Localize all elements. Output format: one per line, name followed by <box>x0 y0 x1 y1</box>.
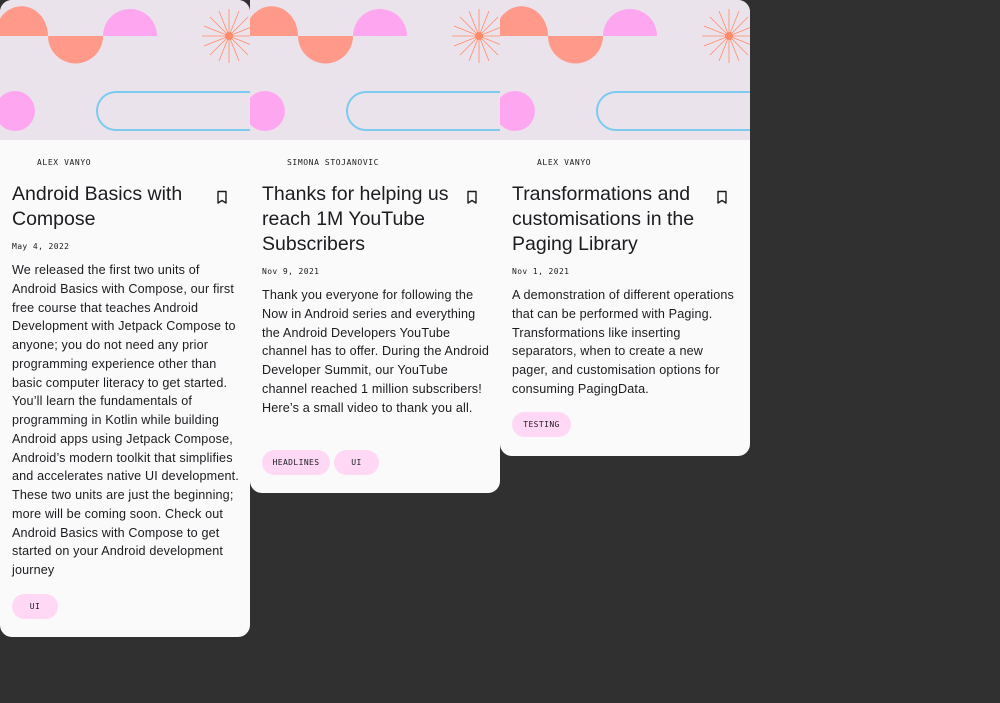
card-title: Android Basics with Compose <box>12 183 183 230</box>
topic-chips: UI <box>12 594 58 619</box>
author-name: ALEX VANYO <box>37 158 92 167</box>
card-title: Thanks for helping us reach 1M YouTube S… <box>262 183 449 255</box>
author-name: ALEX VANYO <box>537 158 592 167</box>
card-title: Transformations and customisations in th… <box>512 183 695 255</box>
topic-chips: TESTING <box>512 412 571 437</box>
news-card[interactable]: ALEX VANYO Transformations and customisa… <box>500 0 750 456</box>
card-body: Thank you everyone for following the Now… <box>262 288 490 415</box>
header-image <box>0 0 250 140</box>
publish-date: May 4, 2022 <box>12 242 70 251</box>
card-body: We released the first two units of Andro… <box>12 263 239 577</box>
card-body: A demonstration of different operations … <box>512 288 734 396</box>
header-image <box>250 0 500 140</box>
header-image <box>500 0 750 140</box>
topic-chip[interactable]: HEADLINES <box>262 450 330 475</box>
topic-chips: HEADLINES UI <box>262 450 379 475</box>
bookmark-outline-icon[interactable] <box>713 188 731 206</box>
bookmark-outline-icon[interactable] <box>463 188 481 206</box>
news-feed: ALEX VANYO Android Basics with Compose M… <box>0 0 750 703</box>
topic-chip[interactable]: UI <box>334 450 379 475</box>
topic-chip[interactable]: TESTING <box>512 412 571 437</box>
topic-chip[interactable]: UI <box>12 594 58 619</box>
news-card[interactable]: ALEX VANYO Android Basics with Compose M… <box>0 0 250 637</box>
publish-date: Nov 1, 2021 <box>512 267 570 276</box>
publish-date: Nov 9, 2021 <box>262 267 320 276</box>
bookmark-outline-icon[interactable] <box>213 188 231 206</box>
author-name: SIMONA STOJANOVIC <box>287 158 380 167</box>
news-card[interactable]: SIMONA STOJANOVIC Thanks for helping us … <box>250 0 500 493</box>
